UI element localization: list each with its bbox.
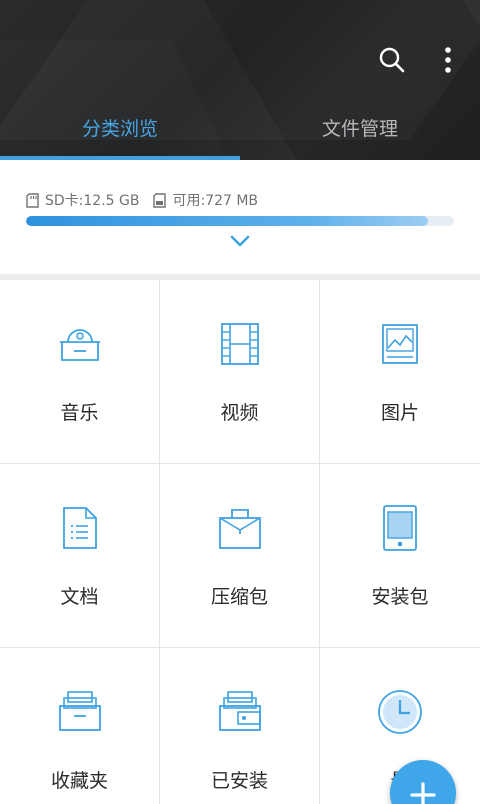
more-vert-icon bbox=[445, 47, 451, 73]
more-options-button[interactable] bbox=[428, 40, 468, 80]
storage-progress-fill bbox=[26, 216, 429, 226]
search-icon bbox=[379, 47, 405, 73]
tab-file-manager[interactable]: 文件管理 bbox=[240, 104, 480, 154]
category-video[interactable]: 视频 bbox=[160, 280, 320, 464]
category-label: 收藏夹 bbox=[50, 770, 108, 792]
installed-apps-icon bbox=[218, 691, 261, 731]
app-header: 分类浏览 文件管理 bbox=[0, 0, 480, 160]
category-images[interactable]: 图片 bbox=[320, 280, 480, 464]
recent-icon bbox=[378, 690, 422, 734]
add-icon bbox=[410, 782, 436, 804]
category-favorites[interactable]: 收藏夹 bbox=[0, 648, 160, 804]
chevron-down-icon bbox=[230, 235, 250, 247]
category-label: 视频 bbox=[220, 402, 259, 424]
apk-icon bbox=[383, 505, 417, 551]
document-icon bbox=[62, 507, 97, 549]
category-music[interactable]: 音乐 bbox=[0, 280, 160, 464]
category-label: 安装包 bbox=[371, 586, 429, 608]
storage-progress-bar bbox=[26, 216, 454, 226]
storage-panel: SD卡:12.5 GB 可用:727 MB bbox=[0, 160, 480, 274]
sd-capacity-label: SD卡:12.5 GB bbox=[45, 193, 140, 209]
category-label: 图片 bbox=[380, 402, 419, 424]
sd-card-icon bbox=[26, 192, 39, 208]
category-label: 已安装 bbox=[210, 770, 268, 792]
category-installed[interactable]: 已安装 bbox=[160, 648, 320, 804]
music-icon bbox=[59, 329, 100, 361]
category-apk[interactable]: 安装包 bbox=[320, 464, 480, 648]
category-documents[interactable]: 文档 bbox=[0, 464, 160, 648]
category-archives[interactable]: 压缩包 bbox=[160, 464, 320, 648]
archive-icon bbox=[218, 509, 261, 549]
category-label: 音乐 bbox=[60, 402, 99, 424]
storage-available-icon bbox=[153, 192, 167, 208]
expand-storage-button[interactable] bbox=[226, 230, 254, 252]
available-space-label: 可用:727 MB bbox=[172, 193, 259, 209]
category-label: 文档 bbox=[60, 586, 99, 608]
tab-category-browse[interactable]: 分类浏览 bbox=[0, 104, 240, 154]
video-icon bbox=[220, 323, 259, 365]
storage-info: SD卡:12.5 GB 可用:727 MB bbox=[26, 190, 258, 210]
search-button[interactable] bbox=[372, 40, 412, 80]
category-label: 压缩包 bbox=[210, 586, 268, 608]
image-icon bbox=[382, 324, 418, 364]
category-grid: 音乐 视频 图片 文档 压缩包 安装包 收藏夹 已安装 bbox=[0, 280, 480, 804]
favorites-icon bbox=[58, 691, 101, 731]
